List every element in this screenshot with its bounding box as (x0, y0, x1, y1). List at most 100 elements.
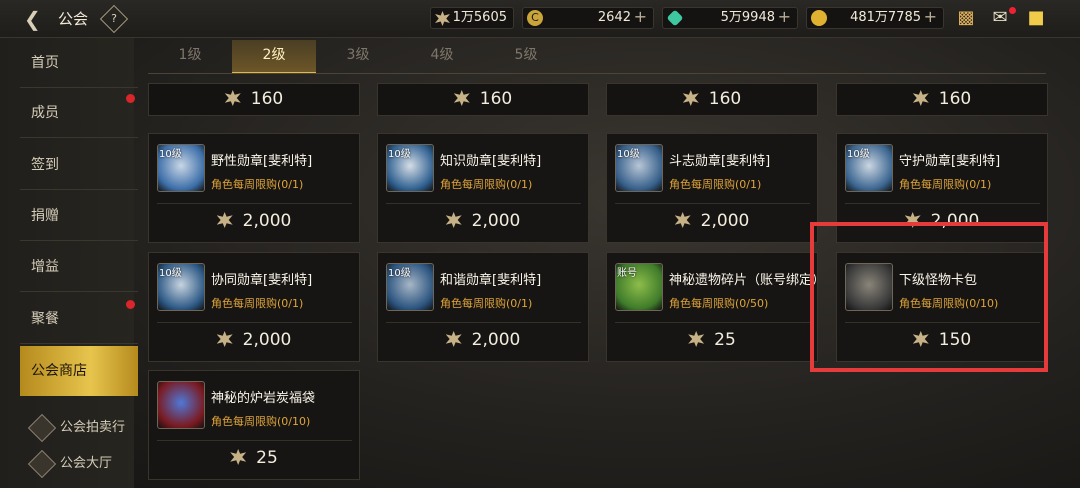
guild-coin-icon (216, 212, 233, 228)
coin-value: 2642 (597, 10, 631, 25)
card-divider (157, 322, 352, 323)
gold-icon (811, 10, 827, 26)
price-value: 25 (714, 330, 736, 350)
bag-icon[interactable]: ▩ (954, 7, 978, 29)
item-price: 2,000 (149, 206, 359, 236)
guild-coin-icon (445, 212, 462, 228)
tab-level-3[interactable]: 3级 (316, 40, 400, 74)
guild-coin-icon (216, 331, 233, 347)
card-divider (386, 322, 581, 323)
shop-item-harmony-medal[interactable]: 10级 和谐勋章[斐利特] 角色每周限购(0/1) 2,000 (377, 252, 589, 362)
harmony-medal-icon: 10级 (386, 263, 434, 311)
guild-hall-link[interactable]: 公会大厅 (27, 449, 113, 478)
guild-coin-icon (674, 212, 691, 228)
card-divider (386, 203, 581, 204)
item-name: 守护勋章[斐利特] (899, 154, 1001, 169)
sidebar-item-home[interactable]: 首页 (20, 38, 138, 88)
honor-value: 1万5605 (452, 10, 507, 25)
sidebar-item-dinner[interactable]: 聚餐 (20, 294, 138, 344)
tab-divider (148, 73, 1046, 74)
help-button[interactable]: ? (99, 4, 129, 34)
honor-currency: 1万5605 (430, 7, 514, 29)
item-price: 25 (607, 325, 817, 355)
members-notification-dot (126, 94, 135, 103)
item-price: 2,000 (149, 325, 359, 355)
gold-plus-button[interactable]: + (924, 7, 937, 27)
wild-medal-icon: 10级 (157, 144, 205, 192)
shop-item-mystic-relic-shard[interactable]: 账号 神秘遗物碎片（账号绑定） 角色每周限购(0/50) 25 (606, 252, 825, 362)
sidebar-item-buffs[interactable]: 增益 (20, 242, 138, 292)
gem-plus-button[interactable]: + (778, 7, 791, 27)
shop-item-partial-price[interactable]: 160 (606, 83, 818, 116)
back-arrow-icon[interactable]: ❮ (24, 8, 50, 30)
hall-icon (27, 449, 57, 478)
price-value: 160 (250, 89, 284, 109)
shop-item-partial-price[interactable]: 160 (377, 83, 589, 116)
coin-icon: C (527, 10, 543, 26)
tab-level-2[interactable]: 2级 (232, 40, 316, 74)
item-price: 2,000 (378, 325, 588, 355)
item-level-badge: 10级 (159, 149, 182, 160)
item-name: 协同勋章[斐利特] (211, 273, 313, 288)
auction-icon (27, 413, 57, 442)
gem-value: 5万9948 (720, 10, 775, 25)
shop-item-knowledge-medal[interactable]: 10级 知识勋章[斐利特] 角色每周限购(0/1) 2,000 (377, 133, 589, 243)
gem-currency: 5万9948 + (662, 7, 798, 29)
tab-level-1[interactable]: 1级 (148, 40, 232, 74)
top-bar: ❮ 公会 ? 1万5605 C 2642 + 5万9948 + 481万7785… (0, 0, 1080, 38)
cooperation-medal-icon: 10级 (157, 263, 205, 311)
price-value: 2,000 (471, 211, 521, 231)
mystic-relic-shard-icon: 账号 (615, 263, 663, 311)
item-purchase-limit: 角色每周限购(0/50) (669, 297, 769, 310)
sidebar-item-members[interactable]: 成员 (20, 88, 138, 138)
tab-level-4[interactable]: 4级 (400, 40, 484, 74)
gem-icon (666, 9, 684, 27)
item-purchase-limit: 角色每周限购(0/1) (440, 297, 533, 310)
coin-plus-button[interactable]: + (634, 7, 647, 27)
card-divider (615, 322, 810, 323)
guild-coin-icon (688, 331, 705, 347)
guild-coin-icon (230, 449, 247, 465)
highlight-box (810, 222, 1048, 372)
item-name: 神秘的炉岩炭福袋 (211, 391, 316, 406)
tab-level-5[interactable]: 5级 (484, 40, 568, 74)
shop-item-mystic-lava-coal-bag[interactable]: 神秘的炉岩炭福袋 角色每周限购(0/10) 25 (148, 370, 360, 480)
sidebar-item-donate[interactable]: 捐赠 (20, 191, 138, 241)
coin-currency: C 2642 + (522, 7, 654, 29)
price-value: 160 (938, 89, 972, 109)
honor-icon (435, 11, 450, 26)
item-level-badge: 账号 (617, 268, 637, 279)
guild-hall-label: 公会大厅 (60, 456, 113, 471)
item-purchase-limit: 角色每周限购(0/1) (669, 178, 762, 191)
guild-coin-icon (682, 90, 699, 106)
shop-item-partial-price[interactable]: 160 (836, 83, 1048, 116)
price-value: 2,000 (471, 330, 521, 350)
sidebar-item-checkin[interactable]: 签到 (20, 140, 138, 190)
guild-coin-icon (224, 90, 241, 106)
guardian-medal-icon: 10级 (845, 144, 893, 192)
price-value: 2,000 (700, 211, 750, 231)
guild-auction-link[interactable]: 公会拍卖行 (27, 413, 125, 442)
price-value: 25 (256, 448, 278, 468)
item-purchase-limit: 角色每周限购(0/1) (899, 178, 992, 191)
card-divider (615, 203, 810, 204)
shop-item-wild-medal[interactable]: 10级 野性勋章[斐利特] 角色每周限购(0/1) 2,000 (148, 133, 360, 243)
chat-icon[interactable]: ■ (1024, 7, 1048, 29)
shop-item-cooperation-medal[interactable]: 10级 协同勋章[斐利特] 角色每周限购(0/1) 2,000 (148, 252, 360, 362)
item-price: 2,000 (607, 206, 817, 236)
page-title: 公会 (58, 10, 89, 28)
sidebar-item-guild-shop[interactable]: 公会商店 (20, 346, 138, 396)
item-level-badge: 10级 (159, 268, 182, 279)
mystic-lava-coal-bag-icon (157, 381, 205, 429)
shop-item-partial-price[interactable]: 160 (148, 83, 360, 116)
dinner-notification-dot (126, 300, 135, 309)
item-purchase-limit: 角色每周限购(0/10) (211, 415, 311, 428)
fighting-spirit-medal-icon: 10级 (615, 144, 663, 192)
price-value: 160 (479, 89, 513, 109)
item-purchase-limit: 角色每周限购(0/1) (211, 178, 304, 191)
item-level-badge: 10级 (617, 149, 640, 160)
card-divider (157, 440, 352, 441)
shop-item-fighting-spirit-medal[interactable]: 10级 斗志勋章[斐利特] 角色每周限购(0/1) 2,000 (606, 133, 818, 243)
mail-notification-dot (1009, 7, 1016, 14)
item-level-badge: 10级 (388, 149, 411, 160)
